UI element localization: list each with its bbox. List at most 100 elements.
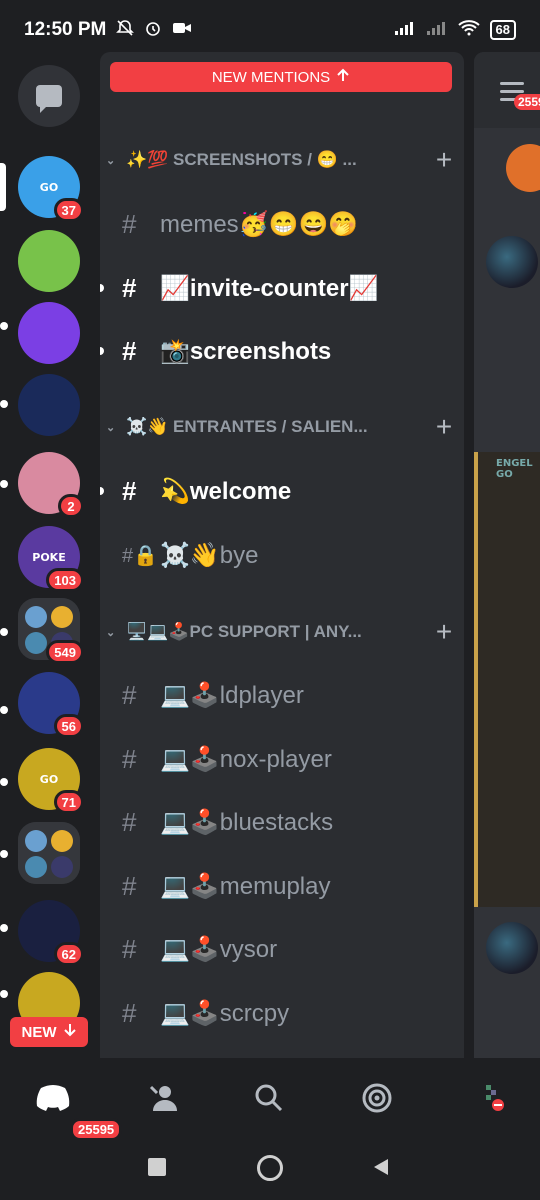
server-icon-pokemon-go-server[interactable]: GO 37: [18, 156, 84, 222]
channel-category[interactable]: ⌄ ☠️👋 ENTRANTES / SALIEN... +: [100, 407, 464, 447]
server-icon-poke-shiny-server[interactable]: POKE 103: [18, 526, 84, 592]
home-icon[interactable]: [257, 1155, 283, 1181]
server-avatar: [18, 822, 80, 884]
add-channel-icon[interactable]: +: [424, 616, 464, 648]
channel-name: 💻🕹️scrcpy: [160, 999, 290, 1027]
server-unread-dot: [0, 480, 8, 488]
channel-name: memes🥳😁😄🤭: [160, 210, 359, 238]
category-name: ☠️👋 ENTRANTES / SALIEN...: [126, 417, 368, 436]
folder-mini-icon: [25, 830, 47, 852]
discord-home-icon: [36, 1085, 70, 1111]
new-mentions-button[interactable]: NEW MENTIONS: [110, 62, 452, 92]
server-icon-pokeguardian-server[interactable]: 62: [18, 900, 84, 966]
mention-badge: 2: [58, 494, 84, 518]
server-icon-map-pin-server[interactable]: [18, 230, 80, 292]
chat-peek[interactable]: 2559 ENGEL GO: [474, 52, 540, 1058]
bottom-navigation: 25595: [0, 1058, 540, 1141]
server-icon-folder-2[interactable]: [18, 822, 80, 884]
channel-item[interactable]: #🔒 ☠️👋bye: [100, 527, 464, 583]
channel-name: ☠️👋bye: [160, 541, 259, 569]
battery-indicator: 68: [489, 20, 516, 40]
nav-home[interactable]: 25595: [28, 1076, 123, 1141]
arrow-up-icon: [336, 68, 350, 86]
hash-icon: #: [122, 870, 137, 901]
channel-item[interactable]: # 📸screenshots: [100, 323, 464, 379]
server-avatar: [18, 302, 80, 364]
nav-search[interactable]: [244, 1076, 294, 1120]
server-icon-folder-1[interactable]: 549: [18, 598, 84, 664]
status-icons: [116, 19, 192, 42]
channel-name: 💻🕹️ldplayer: [160, 681, 304, 709]
nav-profile[interactable]: [466, 1076, 516, 1120]
hash-icon: #: [122, 743, 137, 774]
add-channel-icon[interactable]: +: [424, 144, 464, 176]
embed-logo: ENGEL GO: [496, 458, 533, 480]
user-avatar[interactable]: [486, 922, 538, 974]
server-icon-pokemon-go-2-server[interactable]: GO 71: [18, 748, 84, 814]
hash-icon: #: [122, 208, 137, 239]
folder-mini-icon: [25, 856, 47, 878]
back-icon[interactable]: [372, 1158, 390, 1180]
mention-badge: 71: [53, 790, 84, 814]
server-icon-rocket-server[interactable]: [18, 302, 80, 364]
nav-mentions[interactable]: [352, 1076, 402, 1120]
channel-item[interactable]: # 📈invite-counter📈: [100, 260, 464, 316]
hash-icon: #: [122, 475, 137, 506]
server-unread-dot: [0, 850, 8, 858]
server-icon-anime-server[interactable]: 56: [18, 672, 84, 738]
recents-icon[interactable]: [148, 1158, 166, 1176]
new-unreads-button[interactable]: NEW: [10, 1017, 88, 1047]
active-server-indicator: [0, 163, 6, 211]
alarm-icon: [144, 19, 162, 42]
channel-category[interactable]: ⌄ ✨💯 SCREENSHOTS / 😁 ... +: [100, 140, 464, 180]
chevron-down-icon: ⌄: [106, 154, 116, 167]
channel-item[interactable]: # 💻🕹️bluestacks: [100, 794, 464, 850]
server-avatar: [18, 374, 80, 436]
server-icon-cosplay-server[interactable]: 2: [18, 452, 84, 518]
bell-off-icon: [116, 19, 135, 42]
user-avatar[interactable]: [486, 236, 538, 288]
nav-friends[interactable]: [138, 1076, 188, 1120]
channel-name: 💻🕹️memuplay: [160, 872, 331, 900]
channel-category[interactable]: ⌄ 🖥️💻🕹️PC SUPPORT | ANY... +: [100, 612, 464, 652]
hash-icon: #: [122, 335, 137, 366]
channel-item[interactable]: # 💻🕹️memuplay: [100, 858, 464, 914]
camera-icon[interactable]: [506, 144, 540, 192]
channel-name: 💻🕹️nox-player: [160, 745, 332, 773]
server-unread-dot: [0, 924, 8, 932]
channel-name: 💻🕹️bluestacks: [160, 808, 334, 836]
channel-item[interactable]: # 💻🕹️ldplayer: [100, 667, 464, 723]
folder-mini-icon: [25, 606, 47, 628]
channel-item[interactable]: # 💫welcome: [100, 463, 464, 519]
category-name: 🖥️💻🕹️PC SUPPORT | ANY...: [126, 622, 362, 641]
locked-hash-icon: #🔒: [122, 544, 159, 567]
profile-avatar-icon: [486, 1085, 504, 1111]
new-button-label: NEW: [21, 1023, 57, 1041]
folder-mini-icon: [51, 856, 73, 878]
server-avatar: [18, 230, 80, 292]
channel-item[interactable]: # 💻🕹️scrcpy: [100, 985, 464, 1041]
server-rail: GO 37 2 POKE 103 549 56 GO 71 62 NEW: [0, 60, 100, 1058]
hash-icon: #: [122, 679, 137, 710]
mention-badge: 103: [46, 568, 84, 592]
mention-badge: 56: [53, 714, 84, 738]
hash-icon: #: [122, 933, 137, 964]
hash-icon: #: [122, 272, 137, 303]
signal-icon: [394, 20, 416, 41]
server-icon-lugia-server[interactable]: [18, 374, 80, 436]
channel-item[interactable]: # memes🥳😁😄🤭: [100, 196, 464, 252]
channel-item[interactable]: # 💻🕹️nox-player: [100, 731, 464, 787]
new-mentions-label: NEW MENTIONS: [211, 68, 331, 86]
channel-item[interactable]: # 💻🕹️vysor: [100, 921, 464, 977]
direct-messages-button[interactable]: [18, 65, 80, 127]
signal-2-icon: [426, 20, 448, 41]
chevron-down-icon: ⌄: [106, 626, 116, 639]
chat-peek-badge: 2559: [514, 94, 540, 110]
channel-name: 💫welcome: [160, 477, 292, 505]
add-channel-icon[interactable]: +: [424, 411, 464, 443]
chevron-down-icon: ⌄: [106, 421, 116, 434]
server-unread-dot: [0, 628, 8, 636]
discord-app: 12:50 PM 68 GO 37 2 POKE 103 549 56 GO 7…: [0, 0, 540, 1200]
server-unread-dot: [0, 322, 8, 330]
friends-icon: [149, 1085, 177, 1111]
